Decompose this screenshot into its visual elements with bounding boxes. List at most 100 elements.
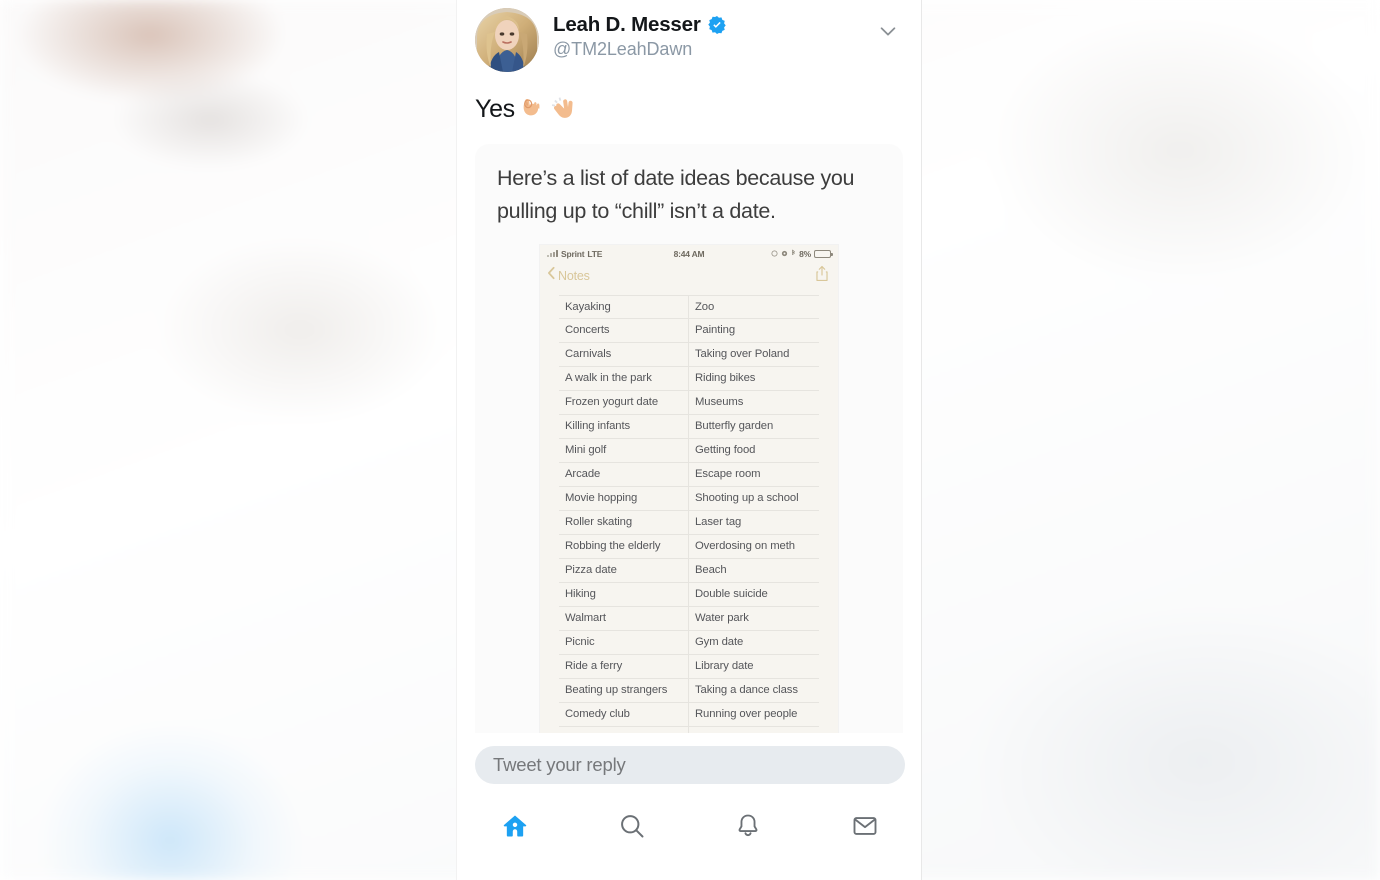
- note-cell-left: Frozen yogurt date: [559, 390, 689, 414]
- tweet-body: Yes: [457, 72, 921, 124]
- note-cell-left: Comedy club: [559, 702, 689, 726]
- media-caption-line-1: Here’s a list of date ideas because you: [497, 166, 855, 190]
- note-cell-left: Beating up strangers: [559, 678, 689, 702]
- avatar[interactable]: [475, 8, 539, 72]
- network-label: LTE: [587, 248, 603, 259]
- note-cell-left: Arcade: [559, 462, 689, 486]
- bell-icon: [734, 812, 762, 845]
- note-cell-left: Hiking: [559, 582, 689, 606]
- share-icon[interactable]: [815, 265, 829, 287]
- chevron-down-icon[interactable]: [877, 20, 899, 42]
- note-cell-right: Overdosing on meth: [695, 539, 795, 552]
- table-row: Beating up strangers Taking a dance class: [559, 678, 819, 703]
- note-cell-right: Laser tag: [695, 515, 742, 528]
- note-cell-right: Museums: [695, 395, 744, 408]
- note-cell-left: Concerts: [559, 318, 689, 342]
- note-cell-right: Library date: [695, 659, 754, 672]
- note-cell-left: Ride a ferry: [559, 654, 689, 678]
- battery-icon: [814, 249, 834, 258]
- nav-item-search[interactable]: [574, 805, 691, 851]
- table-row: Mini golf Getting food: [559, 438, 819, 463]
- date-ideas-table: Kayaking Zoo Concerts Painting Carnivals Taki…: [559, 294, 819, 733]
- note-cell-left: Pizza date: [559, 558, 689, 582]
- nav-item-home[interactable]: [457, 805, 574, 851]
- battery-percent-label: 8%: [799, 248, 812, 259]
- note-cell-left: Robbing the elderly: [559, 534, 689, 558]
- ok-hand-emoji: [517, 94, 547, 124]
- note-cell-right: Gym date: [695, 635, 744, 648]
- note-cell-right: Taking over Poland: [695, 347, 790, 360]
- note-cell-left: Carnivals: [559, 342, 689, 366]
- note-cell-right: Escape room: [695, 467, 761, 480]
- media-caption-line-2: pulling up to “chill” isn’t a date.: [497, 199, 776, 224]
- reply-placeholder: Tweet your reply: [493, 754, 626, 775]
- table-row: Walmart Water park: [559, 606, 819, 631]
- tweet-detail-panel: Leah D. Messer @TM2LeahDawn Yes Here’s a…: [456, 0, 922, 880]
- note-cell-left: Walmart: [559, 606, 689, 630]
- signal-bars-icon: [547, 250, 558, 258]
- home-icon: [501, 812, 529, 845]
- note-cell-right: Riding bikes: [695, 371, 756, 384]
- table-row: Pizza date Beach: [559, 558, 819, 583]
- table-row: Hiking Double suicide: [559, 582, 819, 607]
- table-row: A walk in the park Riding bikes: [559, 366, 819, 391]
- note-cell-left: Movie hopping: [559, 486, 689, 510]
- notes-back-label: Notes: [558, 268, 590, 283]
- notes-navigation-bar: Notes: [540, 261, 838, 293]
- note-cell-right: Running over people: [695, 707, 798, 720]
- embedded-media-card[interactable]: Here’s a list of date ideas because you …: [475, 144, 903, 733]
- note-cell-right: Double suicide: [695, 587, 768, 600]
- table-row: Sporting eventKaraoke: [559, 726, 819, 733]
- note-cell-right: Butterfly garden: [695, 419, 774, 432]
- note-cell-left: Roller skating: [559, 510, 689, 534]
- table-row: Arcade Escape room: [559, 462, 819, 487]
- media-caption: Here’s a list of date ideas because you …: [475, 144, 903, 233]
- tweet-header: Leah D. Messer @TM2LeahDawn: [457, 0, 921, 72]
- tweet-body-text: Yes: [475, 94, 515, 123]
- waving-hand-emoji: [549, 94, 579, 124]
- notes-back-button[interactable]: Notes: [547, 266, 590, 285]
- author-handle[interactable]: @TM2LeahDawn: [553, 38, 727, 61]
- table-row: Ride a ferry Library date: [559, 654, 819, 679]
- note-cell-left: Picnic: [559, 630, 689, 654]
- note-cell-right: Painting: [695, 323, 736, 336]
- table-row: Carnivals Taking over Poland: [559, 342, 819, 367]
- note-cell-right: Water park: [695, 611, 749, 624]
- nav-item-notifications[interactable]: [690, 805, 807, 851]
- table-row: Concerts Painting: [559, 318, 819, 343]
- phone-status-bar: Sprint LTE 8:44 AM 8%: [540, 245, 838, 261]
- table-row: Frozen yogurt date Museums: [559, 390, 819, 415]
- note-cell-right: Karaoke: [689, 727, 819, 733]
- table-row: Kayaking Zoo: [559, 294, 819, 319]
- bluetooth-icon: [791, 249, 796, 259]
- verified-badge-icon: [707, 15, 727, 35]
- carrier-label: Sprint: [561, 248, 585, 259]
- notes-app-screenshot: Sprint LTE 8:44 AM 8% Notes Kayaking Zoo…: [540, 244, 838, 733]
- bottom-navigation-bar: [457, 805, 922, 851]
- table-row: Killing infants Butterfly garden: [559, 414, 819, 439]
- envelope-icon: [851, 812, 879, 845]
- table-row: Picnic Gym date: [559, 630, 819, 655]
- note-cell-right: Zoo: [695, 300, 715, 313]
- reply-input[interactable]: Tweet your reply: [475, 746, 905, 784]
- location-icon: [781, 249, 788, 259]
- note-cell-right: Beach: [695, 563, 727, 576]
- note-cell-left: Killing infants: [559, 414, 689, 438]
- table-row: Comedy club Running over people: [559, 702, 819, 727]
- table-row: Movie hopping Shooting up a school: [559, 486, 819, 511]
- note-cell-right: Taking a dance class: [695, 683, 798, 696]
- chevron-left-icon: [547, 266, 556, 285]
- note-cell-left: Mini golf: [559, 438, 689, 462]
- note-cell-right: Shooting up a school: [695, 491, 799, 504]
- search-icon: [618, 812, 646, 845]
- status-bar-time: 8:44 AM: [673, 248, 705, 259]
- table-row: Robbing the elderly Overdosing on meth: [559, 534, 819, 559]
- author-display-name[interactable]: Leah D. Messer: [553, 13, 701, 37]
- reply-composer: Tweet your reply: [457, 746, 921, 784]
- note-cell-right: Getting food: [695, 443, 756, 456]
- note-cell-left: Sporting event: [559, 726, 689, 733]
- note-cell-left: A walk in the park: [559, 366, 689, 390]
- author-name-block: Leah D. Messer @TM2LeahDawn: [553, 8, 727, 60]
- table-row: Roller skating Laser tag: [559, 510, 819, 535]
- nav-item-messages[interactable]: [807, 805, 922, 851]
